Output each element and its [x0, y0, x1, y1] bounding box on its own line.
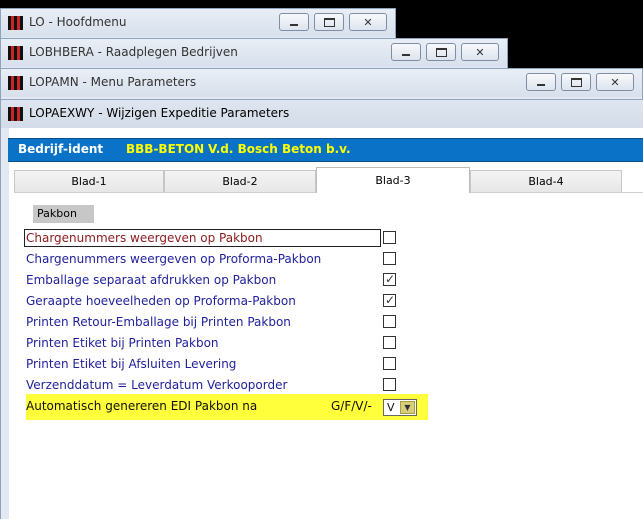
close-icon: ✕	[475, 45, 485, 59]
check-icon: ✓	[385, 293, 396, 307]
check-icon: ✓	[385, 272, 396, 286]
option-label: Printen Etiket bij Afsluiten Levering	[26, 357, 237, 371]
tab-strip: Blad-1 Blad-2 Blad-3 Blad-4	[14, 167, 643, 194]
close-button[interactable]: ✕	[596, 73, 634, 91]
option-row[interactable]: Printen Etiket bij Afsluiten Levering	[26, 355, 406, 375]
app-icon	[8, 76, 23, 90]
maximize-icon	[323, 17, 335, 27]
option-checkbox[interactable]	[383, 378, 396, 391]
edi-selected-value: V	[387, 401, 395, 414]
option-label: Geraapte hoeveelheden op Proforma-Pakbon	[26, 294, 296, 308]
app-icon	[8, 107, 23, 121]
edi-label: Automatisch genereren EDI Pakbon na	[26, 399, 258, 413]
close-icon: ✕	[363, 15, 373, 29]
ident-label: Bedrijf-ident	[18, 142, 104, 156]
titlebar[interactable]: LOBHBERA - Raadplegen Bedrijven ✕	[1, 39, 507, 67]
company-ident-bar: Bedrijf-ident BBB-BETON V.d. Bosch Beton…	[8, 138, 643, 162]
option-row[interactable]: Chargenummers weergeven op Proforma-Pakb…	[26, 250, 406, 270]
window-title: LOBHBERA - Raadplegen Bedrijven	[29, 45, 238, 59]
option-checkbox[interactable]: ✓	[383, 272, 396, 286]
maximize-icon	[435, 47, 447, 57]
edi-select[interactable]: V ▼	[383, 399, 417, 416]
app-icon	[8, 16, 23, 30]
option-row[interactable]: Verzenddatum = Leverdatum Verkooporder	[26, 376, 406, 396]
tab-blad-4[interactable]: Blad-4	[470, 170, 622, 192]
group-label-pakbon: Pakbon	[33, 205, 94, 223]
titlebar[interactable]: LO - Hoofdmenu ✕	[1, 9, 395, 37]
maximize-button[interactable]	[561, 73, 591, 91]
tab-blad-3[interactable]: Blad-3	[316, 167, 470, 193]
window-title: LOPAEXWY - Wijzigen Expeditie Parameters	[29, 106, 290, 120]
chevron-down-icon[interactable]: ▼	[400, 401, 415, 414]
option-row[interactable]: Printen Retour-Emballage bij Printen Pak…	[26, 313, 406, 333]
company-code: BBB-BETON	[126, 142, 205, 156]
option-label: Printen Retour-Emballage bij Printen Pak…	[26, 315, 291, 329]
titlebar[interactable]: LOPAEXWY - Wijzigen Expeditie Parameters	[1, 100, 643, 128]
minimize-button[interactable]	[279, 13, 309, 31]
close-button[interactable]: ✕	[349, 13, 387, 31]
titlebar[interactable]: LOPAMN - Menu Parameters ✕	[1, 69, 642, 97]
minimize-icon	[290, 24, 298, 26]
window-title: LO - Hoofdmenu	[29, 15, 127, 29]
minimize-button[interactable]	[391, 43, 421, 61]
option-label: Printen Etiket bij Printen Pakbon	[26, 336, 219, 350]
option-label: Chargenummers weergeven op Proforma-Pakb…	[26, 252, 322, 266]
maximize-icon	[570, 77, 582, 87]
option-label: Verzenddatum = Leverdatum Verkooporder	[26, 378, 288, 392]
minimize-icon	[537, 84, 545, 86]
maximize-button[interactable]	[314, 13, 344, 31]
tab-blad-1[interactable]: Blad-1	[14, 170, 164, 192]
window-title: LOPAMN - Menu Parameters	[29, 75, 197, 89]
option-row[interactable]: Emballage separaat afdrukken op Pakbon ✓	[26, 271, 406, 291]
option-checkbox[interactable]	[383, 336, 396, 349]
edi-options-hint: G/F/V/-	[331, 399, 372, 413]
company-name: V.d. Bosch Beton b.v.	[208, 142, 351, 156]
edi-pakbon-row: Automatisch genereren EDI Pakbon na G/F/…	[26, 394, 428, 420]
option-checkbox[interactable]	[383, 231, 396, 244]
close-button[interactable]: ✕	[461, 43, 499, 61]
app-icon	[8, 46, 23, 60]
option-row[interactable]: Chargenummers weergeven op Pakbon	[24, 229, 406, 249]
option-checkbox[interactable]	[383, 252, 396, 265]
maximize-button[interactable]	[426, 43, 456, 61]
option-label: Chargenummers weergeven op Pakbon	[26, 231, 263, 245]
option-checkbox[interactable]	[383, 357, 396, 370]
option-row[interactable]: Printen Etiket bij Printen Pakbon	[26, 334, 406, 354]
tab-blad-2[interactable]: Blad-2	[164, 170, 316, 192]
option-row[interactable]: Geraapte hoeveelheden op Proforma-Pakbon…	[26, 292, 406, 312]
minimize-button[interactable]	[526, 73, 556, 91]
option-checkbox[interactable]	[383, 315, 396, 328]
option-checkbox[interactable]: ✓	[383, 293, 396, 307]
minimize-icon	[402, 54, 410, 56]
close-icon: ✕	[610, 75, 620, 89]
option-label: Emballage separaat afdrukken op Pakbon	[26, 273, 277, 287]
